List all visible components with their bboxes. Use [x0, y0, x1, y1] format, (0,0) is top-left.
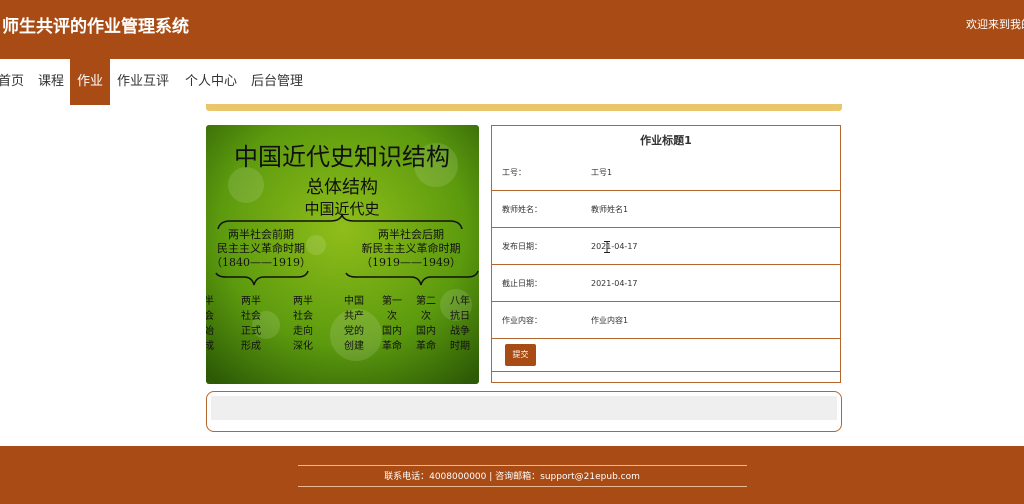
image-subtitle: 总体结构: [306, 177, 378, 198]
comment-area[interactable]: [206, 391, 842, 432]
image-title: 中国近代史知识结构: [234, 143, 450, 171]
col-left-1-r2: 会: [206, 309, 214, 322]
col-right-1-r2: 共产: [344, 309, 364, 322]
teacher-name-label: 教师姓名：: [502, 205, 542, 214]
left-branch-line3: （1840——1919）: [211, 256, 311, 269]
content-value: 作业内容1: [591, 316, 629, 325]
submit-button[interactable]: 提交: [505, 344, 536, 366]
comment-input[interactable]: [211, 396, 837, 420]
teacher-id-label: 工号：: [502, 168, 526, 177]
col-left-3-r4: 深化: [293, 339, 313, 352]
col-right-3-r4: 革命: [416, 339, 436, 352]
col-right-3-r3: 国内: [416, 324, 436, 337]
row-deadline: 截止日期： 2021-04-17: [492, 265, 840, 302]
publish-date-label: 发布日期：: [502, 242, 542, 251]
col-left-2-r4: 形成: [241, 340, 261, 352]
col-left-2-r2: 社会: [241, 309, 261, 322]
col-right-4-r4: 时期: [450, 340, 470, 352]
right-branch-line3: （1919——1949）: [361, 256, 461, 269]
col-right-4-r2: 抗日: [450, 309, 470, 322]
nav-profile[interactable]: 个人中心: [182, 59, 240, 105]
row-actions: [492, 339, 840, 372]
col-right-3-r2: 次: [421, 309, 431, 322]
homework-title: 作业标题1: [640, 134, 692, 147]
nav-home[interactable]: 首页: [0, 59, 26, 105]
left-branch-line1: 两半社会前期: [228, 227, 294, 241]
col-left-3-r1: 两半: [293, 294, 313, 307]
nav-homework[interactable]: 作业: [70, 59, 110, 105]
teacher-name-value: 教师姓名1: [591, 205, 629, 214]
homework-detail: 作业标题1 工号： 工号1 教师姓名： 教师姓名1 发布日期： 2021-04-…: [491, 125, 841, 383]
content-label: 作业内容：: [502, 316, 542, 325]
right-branch-line1: 两半社会后期: [378, 227, 444, 241]
right-branch-line2: 新民主主义革命时期: [362, 241, 461, 255]
left-branch-line2: 民主主义革命时期: [217, 241, 305, 255]
col-right-1-r4: 创建: [344, 339, 364, 352]
row-content: 作业内容： 作业内容1: [492, 302, 840, 339]
footer-divider-top: [298, 465, 747, 466]
col-right-2-r1: 第一: [382, 294, 402, 307]
welcome-text: 欢迎来到我的: [966, 18, 1024, 31]
col-right-2-r2: 次: [387, 309, 397, 322]
homework-image: 中国近代史知识结构 总体结构 中国近代史 两半社会前期 民主主义革命时期 （18…: [206, 125, 479, 384]
col-right-4-r1: 八年: [450, 294, 470, 307]
row-publish-date: 发布日期： 2021-04-17: [492, 228, 840, 265]
col-left-3-r2: 社会: [293, 309, 313, 322]
nav-courses[interactable]: 课程: [36, 59, 66, 105]
accent-bar: [206, 104, 842, 111]
publish-date-value: 2021-04-17: [591, 242, 638, 251]
footer-divider-bottom: [298, 486, 747, 487]
footer-contact: 联系电话：4008000000 | 咨询邮箱：support@21epub.co…: [384, 472, 640, 482]
col-left-1-r4: 成: [206, 340, 214, 352]
nav-admin[interactable]: 后台管理: [248, 59, 306, 105]
row-teacher-name: 教师姓名： 教师姓名1: [492, 191, 840, 228]
teacher-id-value: 工号1: [591, 168, 613, 177]
row-teacher-id: 工号： 工号1: [492, 154, 840, 191]
col-left-1-r3: 始: [206, 324, 214, 337]
col-left-2-r1: 两半: [241, 294, 261, 307]
col-right-4-r3: 战争: [450, 324, 470, 337]
col-right-2-r3: 国内: [382, 324, 402, 337]
header: 师生共评的作业管理系统 欢迎来到我的: [0, 0, 1024, 59]
col-left-3-r3: 走向: [293, 324, 313, 337]
deadline-value: 2021-04-17: [591, 279, 638, 288]
col-right-3-r1: 第二: [416, 294, 436, 307]
footer: 联系电话：4008000000 | 咨询邮箱：support@21epub.co…: [0, 446, 1024, 504]
col-right-1-r1: 中国: [344, 294, 364, 307]
deadline-label: 截止日期：: [502, 279, 542, 288]
text-cursor-icon: [604, 241, 610, 253]
main-nav: 首页 课程 作业 作业互评 个人中心 后台管理: [0, 59, 1024, 105]
col-right-1-r3: 党的: [344, 324, 364, 337]
col-right-2-r4: 革命: [382, 339, 402, 352]
col-left-2-r3: 正式: [241, 324, 261, 337]
col-left-1-r1: 半: [206, 294, 214, 307]
nav-peer-review[interactable]: 作业互评: [114, 59, 172, 105]
site-title: 师生共评的作业管理系统: [2, 17, 189, 37]
